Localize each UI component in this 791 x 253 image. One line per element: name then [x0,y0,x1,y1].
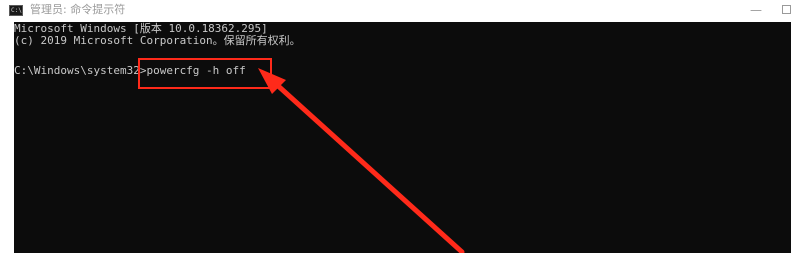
cmd-icon: C:\ [9,5,23,16]
command-line: C:\Windows\system32>powercfg -h off [14,64,246,77]
maximize-button[interactable] [782,5,791,14]
minimize-button[interactable]: — [748,2,764,18]
console-output[interactable]: Microsoft Windows [版本 10.0.18362.295] (c… [14,22,791,253]
command-prompt-window: C:\ 管理员: 命令提示符 — Microsoft Windows [版本 1… [0,0,791,253]
window-title: 管理员: 命令提示符 [30,3,126,16]
console-line: (c) 2019 Microsoft Corporation。保留所有权利。 [14,34,301,47]
title-bar[interactable]: C:\ 管理员: 命令提示符 — [0,0,791,22]
